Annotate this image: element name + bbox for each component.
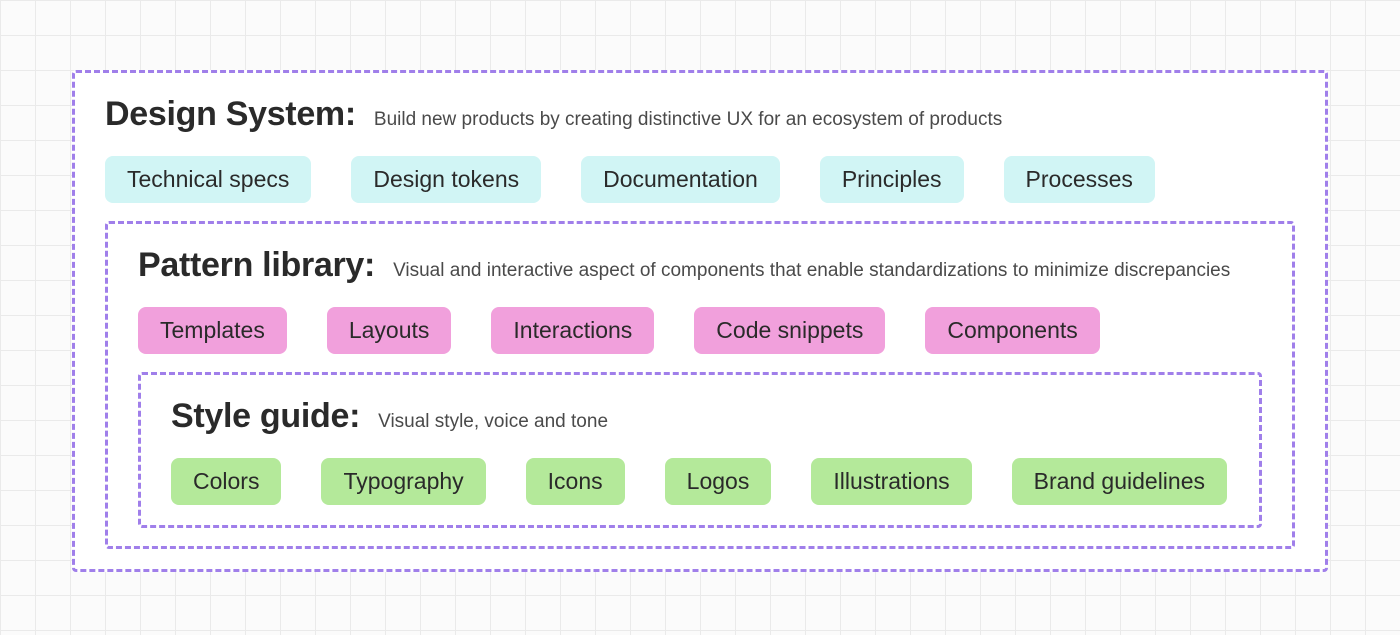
chip-logos: Logos — [665, 458, 772, 505]
chip-technical-specs: Technical specs — [105, 156, 311, 203]
style-guide-description: Visual style, voice and tone — [378, 411, 608, 433]
chip-templates: Templates — [138, 307, 287, 354]
chip-layouts: Layouts — [327, 307, 452, 354]
chip-processes: Processes — [1004, 156, 1155, 203]
pattern-library-description: Visual and interactive aspect of compone… — [393, 260, 1230, 282]
style-guide-box: Style guide: Visual style, voice and ton… — [138, 372, 1262, 528]
design-system-description: Build new products by creating distincti… — [374, 109, 1002, 131]
chip-design-tokens: Design tokens — [351, 156, 541, 203]
design-system-title: Design System: — [105, 95, 356, 134]
design-system-chips: Technical specs Design tokens Documentat… — [105, 156, 1295, 203]
chip-documentation: Documentation — [581, 156, 780, 203]
style-guide-title: Style guide: — [171, 397, 360, 436]
pattern-library-box: Pattern library: Visual and interactive … — [105, 221, 1295, 549]
chip-icons: Icons — [526, 458, 625, 505]
design-system-heading-row: Design System: Build new products by cre… — [105, 95, 1295, 134]
style-guide-chips: Colors Typography Icons Logos Illustrati… — [171, 458, 1229, 505]
pattern-library-heading-row: Pattern library: Visual and interactive … — [138, 246, 1262, 285]
chip-typography: Typography — [321, 458, 485, 505]
chip-components: Components — [925, 307, 1099, 354]
design-system-box: Design System: Build new products by cre… — [72, 70, 1328, 572]
pattern-library-chips: Templates Layouts Interactions Code snip… — [138, 307, 1262, 354]
chip-brand-guidelines: Brand guidelines — [1012, 458, 1227, 505]
chip-colors: Colors — [171, 458, 281, 505]
chip-interactions: Interactions — [491, 307, 654, 354]
style-guide-heading-row: Style guide: Visual style, voice and ton… — [171, 397, 1229, 436]
pattern-library-title: Pattern library: — [138, 246, 375, 285]
chip-principles: Principles — [820, 156, 964, 203]
chip-code-snippets: Code snippets — [694, 307, 885, 354]
chip-illustrations: Illustrations — [811, 458, 971, 505]
